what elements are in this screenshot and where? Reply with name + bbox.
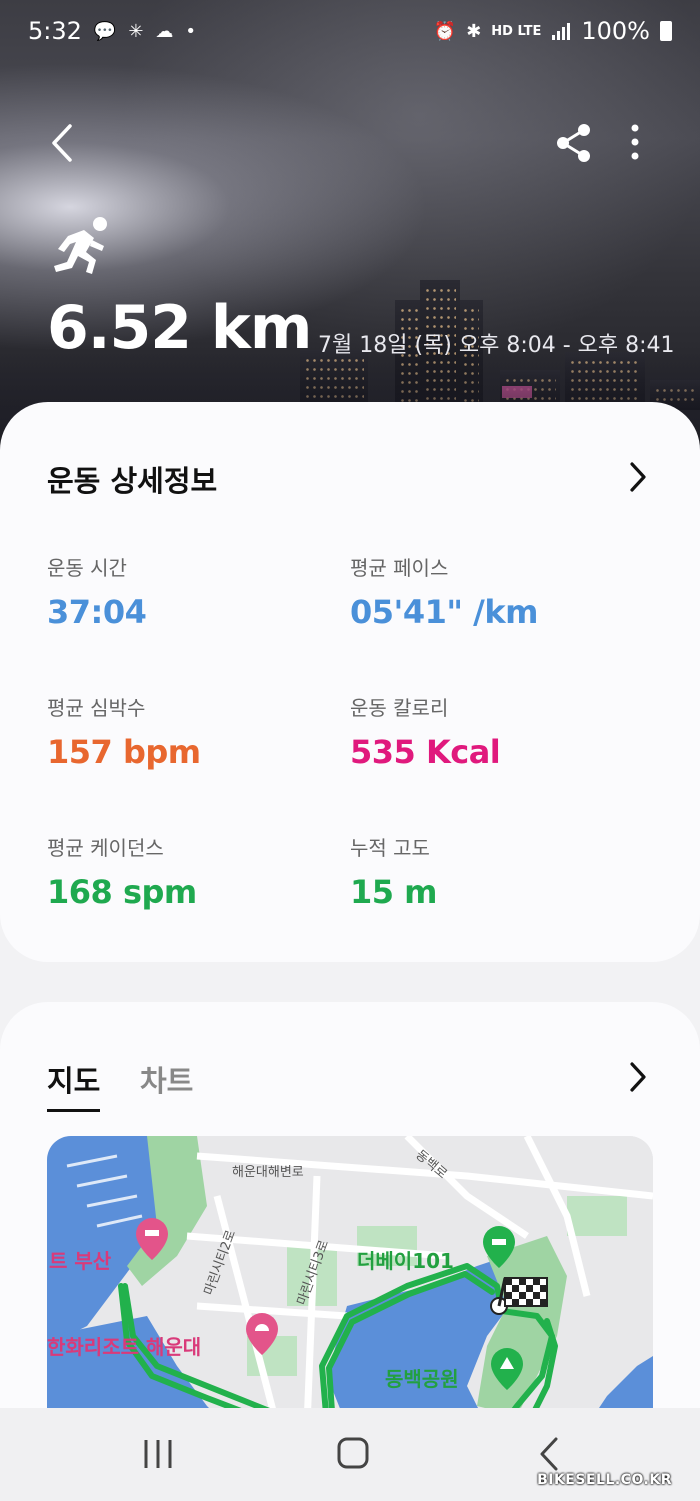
more-notifications-dot-icon: •	[185, 20, 197, 42]
metric-average-pace: 평균 페이스 05'41" /km	[350, 552, 650, 631]
metric-value: 37:04	[47, 593, 147, 631]
metric-value: 535 Kcal	[350, 733, 501, 771]
metric-calories: 운동 칼로리 535 Kcal	[350, 692, 650, 771]
back-button[interactable]	[44, 118, 84, 168]
metric-value: 157 bpm	[47, 733, 201, 771]
alarm-icon: ⏰	[433, 20, 457, 42]
running-icon	[48, 216, 114, 276]
metric-label: 누적 고도	[350, 836, 430, 860]
workout-distance: 6.52 km	[47, 293, 312, 363]
back-arrow-icon	[52, 124, 72, 162]
more-options-button[interactable]	[620, 118, 650, 168]
weather-icon: ☁	[155, 20, 174, 42]
share-icon	[557, 124, 590, 162]
bluetooth-icon: ✱	[466, 20, 482, 42]
metric-label: 운동 시간	[47, 556, 127, 580]
system-navigation-bar: BIKESELL.CO.KR	[0, 1408, 700, 1501]
details-title: 운동 상세정보	[47, 464, 218, 498]
nav-back-button[interactable]	[530, 1436, 570, 1472]
map-label-poi: 트 부산	[49, 1249, 112, 1273]
metric-label: 평균 케이던스	[47, 836, 164, 860]
signal-icon	[552, 23, 571, 40]
map-label-poi: 더베이101	[357, 1249, 454, 1273]
metric-elevation-gain: 누적 고도 15 m	[350, 832, 650, 911]
network-labels: HD LTE	[491, 23, 542, 39]
metric-duration: 운동 시간 37:04	[47, 552, 347, 631]
workout-datetime: 7월 18일 (목) 오후 8:04 - 오후 8:41	[318, 333, 675, 358]
details-expand-button[interactable]	[626, 460, 650, 494]
route-map[interactable]: 해운대해변로 동백로 마린시티2로 마린시티3로 트 부산 한화리조트 해운대 …	[47, 1136, 653, 1426]
battery-icon	[660, 21, 672, 41]
recent-apps-icon	[144, 1440, 172, 1468]
metric-average-cadence: 평균 케이던스 168 spm	[47, 832, 347, 911]
map-label-poi: 동백공원	[385, 1367, 459, 1391]
home-button[interactable]	[333, 1436, 373, 1472]
metric-average-heart-rate: 평균 심박수 157 bpm	[47, 692, 347, 771]
battery-percent: 100%	[581, 17, 650, 45]
map-label-road: 해운대해변로	[232, 1165, 304, 1180]
home-icon	[337, 1437, 369, 1469]
chevron-right-icon	[630, 462, 646, 492]
more-vertical-icon	[631, 124, 639, 160]
metric-label: 평균 페이스	[350, 556, 449, 580]
recent-apps-button[interactable]	[138, 1436, 178, 1472]
metric-label: 평균 심박수	[47, 696, 146, 720]
back-icon	[540, 1437, 558, 1471]
talk-notification-icon: 💬	[93, 20, 117, 42]
watermark: BIKESELL.CO.KR	[537, 1472, 672, 1488]
workout-details-card: 운동 상세정보 운동 시간 37:04 평균 페이스 05'41" /km 평균…	[0, 402, 700, 962]
metric-value: 05'41" /km	[350, 593, 538, 631]
metric-value: 15 m	[350, 873, 438, 911]
map-label-poi: 한화리조트 해운대	[47, 1335, 201, 1359]
app-notification-icon: ✳	[128, 20, 144, 42]
status-time: 5:32	[28, 17, 82, 45]
metric-value: 168 spm	[47, 873, 197, 911]
share-button[interactable]	[554, 118, 594, 168]
metric-label: 운동 칼로리	[350, 696, 449, 720]
map-expand-button[interactable]	[626, 1060, 650, 1094]
tab-chart[interactable]: 차트	[140, 1058, 193, 1100]
status-bar: 5:32 💬 ✳ ☁ • ⏰ ✱ HD LTE 100%	[0, 0, 700, 62]
chevron-right-icon	[630, 1062, 646, 1092]
tab-map[interactable]: 지도	[47, 1058, 101, 1112]
